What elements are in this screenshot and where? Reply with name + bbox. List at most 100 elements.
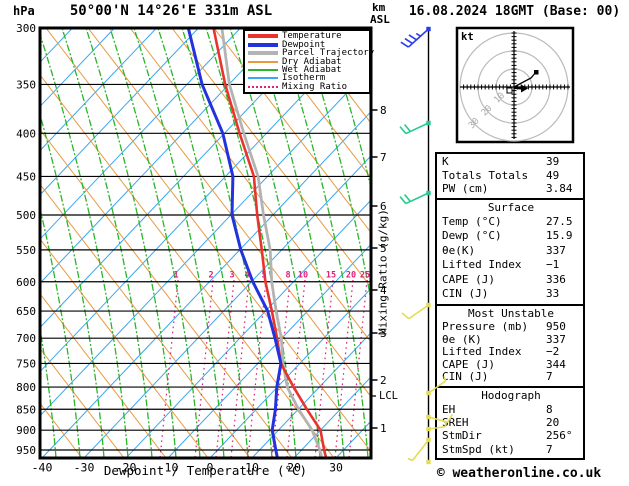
x-tick-label: 10 bbox=[245, 461, 259, 475]
table-cell-value: −1 bbox=[546, 258, 560, 272]
mixing-ratio-line bbox=[348, 279, 368, 458]
legend-swatch bbox=[248, 60, 278, 63]
pressure-tick-label: 450 bbox=[16, 170, 36, 183]
table-cell-label: Totals Totals bbox=[442, 168, 529, 182]
mixing-ratio-value-label: 3 bbox=[229, 271, 234, 281]
table-row: θe (K) 337 bbox=[442, 333, 580, 347]
table-cell-label: θe(K) bbox=[442, 243, 476, 257]
table-cell-value: 7 bbox=[546, 370, 553, 384]
table-row: CIN (J) 7 bbox=[442, 371, 580, 384]
table-row: K 39 bbox=[442, 155, 580, 169]
x-tick-label: 20 bbox=[287, 461, 301, 475]
table-row: Pressure (mb) 950 bbox=[442, 321, 580, 334]
legend-swatch bbox=[248, 51, 278, 56]
table-cell-label: Lifted Index bbox=[442, 258, 522, 272]
legend-row: Parcel Trajectory bbox=[245, 49, 374, 58]
table-row: CIN (J) 33 bbox=[442, 287, 580, 302]
chart-legend: Temperature Dewpoint Parcel Trajectory Dry … bbox=[243, 29, 374, 94]
mixing-ratio-line bbox=[247, 279, 267, 458]
pressure-tick-label: 800 bbox=[16, 381, 36, 394]
table-cell-label: PW (cm) bbox=[442, 182, 489, 195]
stats-table-title: Surface bbox=[487, 200, 535, 214]
mixing-ratio-value-label: 25 bbox=[360, 271, 370, 281]
wet-adiabat-line bbox=[61, 28, 153, 458]
hodograph-trace-endpoint bbox=[534, 70, 539, 75]
mixing-ratio-value-label: 10 bbox=[298, 271, 308, 281]
mixing-ratio-value-label: 1 bbox=[173, 271, 178, 281]
table-cell-value: 27.5 bbox=[546, 214, 573, 228]
km-tick-label: 5 bbox=[380, 242, 387, 255]
mixing-ratio-value-label: 2 bbox=[208, 271, 213, 281]
table-cell-label: StmDir bbox=[442, 429, 482, 443]
table-row: Lifted Index −1 bbox=[442, 258, 580, 273]
table-cell-label: StmSpd (kt) bbox=[442, 442, 515, 456]
table-cell-label: CAPE (J) bbox=[442, 272, 495, 286]
table-cell-label: Lifted Index bbox=[442, 346, 522, 359]
table-row: Temp (°C) 27.5 bbox=[442, 215, 580, 230]
stats-table-title: Most Unstable bbox=[467, 307, 555, 321]
pressure-tick-label: 750 bbox=[16, 357, 36, 370]
mixing-ratio-line bbox=[215, 279, 235, 458]
table-cell-label: SREH bbox=[442, 415, 469, 429]
legend-label: Parcel Trajectory bbox=[282, 48, 375, 59]
stats-table: K 39 Totals Totals 49 PW (cm) 3.84 bbox=[435, 152, 585, 200]
km-tick-label: 1 bbox=[380, 422, 387, 435]
x-tick-label: -10 bbox=[158, 461, 179, 475]
km-tick-label: 2 bbox=[380, 374, 387, 387]
table-row: CAPE (J) 336 bbox=[442, 273, 580, 288]
pressure-tick-label: 650 bbox=[16, 305, 36, 318]
table-cell-label: CIN (J) bbox=[442, 287, 489, 301]
table-cell-label: EH bbox=[442, 402, 456, 416]
pressure-tick-label: 400 bbox=[16, 127, 36, 140]
table-cell-value: 3.84 bbox=[546, 182, 573, 195]
mixing-ratio-value-label: 8 bbox=[285, 271, 290, 281]
pressure-tick-label: 900 bbox=[16, 424, 36, 437]
pressure-tick-label: 950 bbox=[16, 444, 36, 457]
wet-adiabat-line bbox=[157, 28, 249, 458]
pressure-tick-label: 500 bbox=[16, 209, 36, 222]
table-cell-value: 33 bbox=[546, 287, 560, 301]
wet-adiabat-line bbox=[109, 28, 201, 458]
stats-table: Surface Temp (°C) 27.5 Dewp (°C) 15.9 θe(K) 33… bbox=[435, 197, 585, 307]
stats-table: Most Unstable Pressure (mb) 950 θe (K) 337 Li… bbox=[435, 304, 585, 388]
x-tick-label: -30 bbox=[74, 461, 95, 475]
mixing-ratio-value-label: 4 bbox=[244, 271, 249, 281]
pressure-tick-label: 300 bbox=[16, 22, 36, 35]
table-row: StmSpd (kt) 7 bbox=[442, 443, 580, 456]
dry-adiabat-line bbox=[40, 183, 251, 458]
x-tick-label: -40 bbox=[32, 461, 53, 475]
storm-motion-vector bbox=[513, 87, 522, 90]
mixing-ratio-line bbox=[159, 279, 179, 458]
sounding-page: 300 350 400 450 500 550 600 650 700 750 800 850 900 9… bbox=[0, 0, 629, 486]
table-row: EH 8 bbox=[442, 403, 580, 416]
table-row: PW (cm) 3.84 bbox=[442, 182, 580, 196]
table-cell-value: 256° bbox=[546, 429, 573, 443]
stats-tables: K 39 Totals Totals 49 PW (cm) 3.84 Surface Temp… bbox=[435, 152, 585, 461]
table-cell-value: 7 bbox=[546, 442, 553, 456]
table-row: θe(K) 337 bbox=[442, 244, 580, 259]
table-cell-label: CAPE (J) bbox=[442, 358, 495, 371]
table-row: SREH 20 bbox=[442, 416, 580, 429]
table-cell-value: 950 bbox=[546, 320, 566, 334]
table-cell-label: Dewp (°C) bbox=[442, 229, 502, 243]
table-cell-value: 39 bbox=[546, 155, 560, 168]
km-tick-label: 7 bbox=[380, 151, 387, 164]
table-cell-value: 337 bbox=[546, 243, 566, 257]
table-cell-value: 336 bbox=[546, 272, 566, 286]
table-cell-value: 15.9 bbox=[546, 229, 573, 243]
pressure-tick-label: 850 bbox=[16, 403, 36, 416]
legend-swatch bbox=[248, 34, 278, 39]
table-row: Lifted Index −2 bbox=[442, 346, 580, 359]
legend-swatch bbox=[248, 68, 278, 71]
table-cell-label: θe (K) bbox=[442, 333, 482, 346]
mixing-ratio-line bbox=[286, 279, 306, 458]
legend-swatch bbox=[248, 77, 278, 80]
km-tick-label: 4 bbox=[380, 284, 387, 297]
legend-swatch bbox=[248, 85, 278, 88]
mixing-ratio-value-label: 15 bbox=[326, 271, 336, 281]
hodograph-origin-marker bbox=[506, 87, 513, 94]
legend-label: Mixing Ratio bbox=[282, 81, 348, 92]
table-cell-value: −2 bbox=[546, 345, 560, 359]
table-cell-label: K bbox=[442, 155, 449, 168]
km-tick-label: 6 bbox=[380, 200, 387, 213]
